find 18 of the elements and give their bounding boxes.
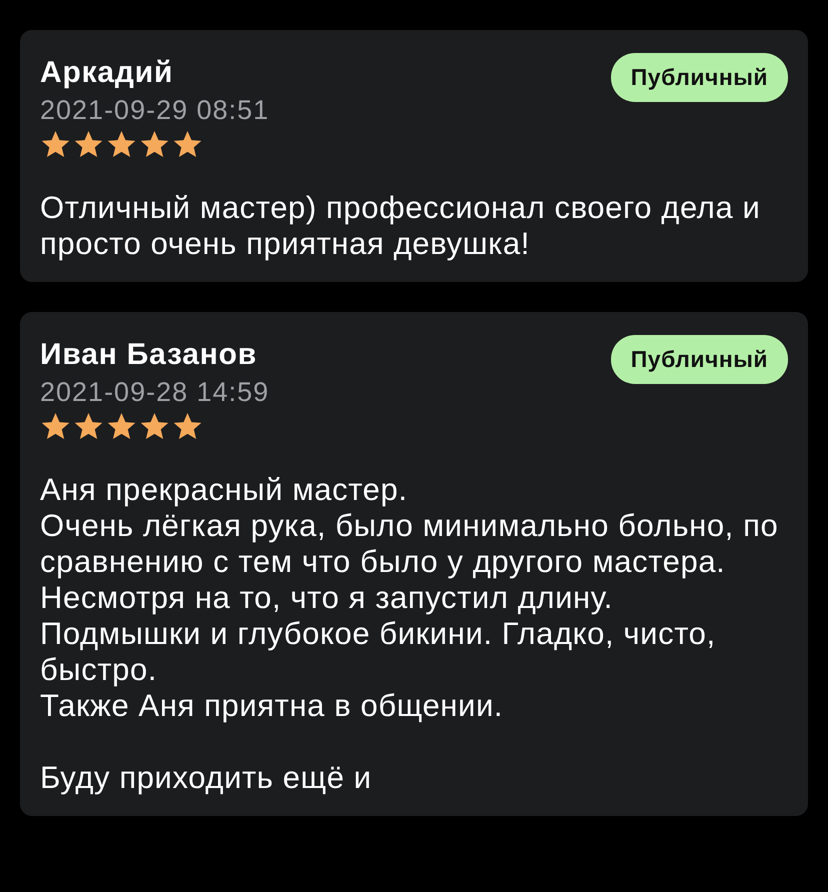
star-icon [139,129,170,160]
star-icon [73,411,104,442]
public-badge: Публичный [610,335,788,384]
star-icon [40,129,71,160]
star-icon [172,411,203,442]
review-text: Отличный мастер) профессионал своего дела и просто очень приятная девушка! [40,190,762,262]
review-date: 2021-09-29 08:51 [40,94,270,127]
star-icon [106,129,137,160]
star-icon [172,129,203,160]
review-text: Аня прекрасный мастер. Очень лёгкая рука, было минимально больно, по сравнению с тем что было у другого мастера. Несмотря на то, что я запустил длину. Подмышки и глубокое бикини. Гладко, чисто, быстро. Также Аня приятна в общении. Буду приходить ещё и [40,472,780,796]
star-icon [106,411,137,442]
star-icon [40,411,71,442]
reviewer-name: Иван Базанов [40,337,258,373]
review-date: 2021-09-28 14:59 [40,376,270,409]
star-icon [139,411,170,442]
public-badge: Публичный [610,53,788,102]
reviewer-name: Аркадий [40,55,174,91]
star-icon [73,129,104,160]
